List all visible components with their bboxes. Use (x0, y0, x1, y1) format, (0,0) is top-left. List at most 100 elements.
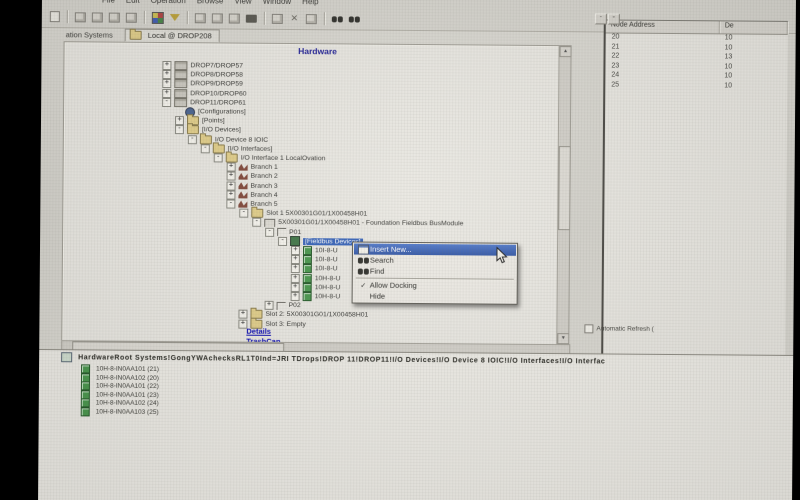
restore-button[interactable]: ▫ (608, 13, 620, 24)
vertical-scrollbar[interactable]: ▲ ▼ (556, 46, 570, 344)
menu-view[interactable]: View (234, 0, 251, 6)
tree-row[interactable]: +[Points] (175, 116, 225, 125)
tree-row[interactable]: +10H-8-U (291, 292, 341, 301)
tree-row[interactable]: +Branch 1 (227, 163, 278, 172)
collapse-icon[interactable]: - (252, 218, 261, 227)
menu-item-hide[interactable]: Hide (354, 291, 516, 303)
search-toolbar-button[interactable] (329, 11, 346, 26)
collapse-icon[interactable]: - (226, 200, 235, 209)
tree-row[interactable]: -[Fieldbus Devices] (278, 237, 363, 247)
delete-button[interactable]: ✕ (286, 11, 303, 26)
filter-button[interactable] (166, 10, 183, 25)
tree-row[interactable]: +Branch 4 (226, 190, 277, 199)
tree-row[interactable]: + P02 (265, 301, 301, 310)
tree-label[interactable]: P01 (289, 229, 301, 236)
tree-label[interactable]: Slot 3: Empty (265, 320, 305, 327)
tree-row[interactable]: - DROP11/DROP61 (162, 98, 246, 108)
undo-button[interactable] (72, 9, 89, 24)
find-toolbar-button[interactable] (346, 11, 363, 26)
camera-button[interactable] (243, 11, 260, 26)
tree-label[interactable]: Branch 4 (250, 191, 277, 198)
open-button[interactable] (192, 10, 209, 25)
tree-label[interactable]: I/O Interface 1 LocalOvation (241, 155, 326, 163)
tree-label[interactable]: 10I-8-U (315, 266, 338, 273)
tree-row[interactable]: +DROP8/DROP58 (162, 70, 243, 80)
scrollbar-thumb[interactable] (558, 146, 571, 230)
tree-row[interactable]: + Slot 3: Empty (238, 319, 305, 329)
tree-row[interactable]: +DROP7/DROP57 (162, 61, 243, 71)
column-node-address[interactable]: Node Address (606, 20, 720, 33)
tree-label[interactable]: 10H-8-U (315, 293, 341, 300)
tree-label[interactable]: [Configurations] (198, 108, 246, 115)
menu-help[interactable]: Help (302, 0, 319, 6)
expand-icon[interactable]: + (238, 319, 247, 328)
copy-button[interactable] (106, 10, 123, 25)
tree-label[interactable]: Slot 1 5X00301G01/1X00458H01 (266, 210, 367, 218)
collapse-icon[interactable]: - (201, 144, 210, 153)
tree-row[interactable]: - [I/O Interfaces] (201, 144, 273, 154)
minimize-button[interactable]: - (595, 13, 607, 24)
refresh-button[interactable] (303, 11, 320, 26)
menu-window[interactable]: Window (263, 0, 292, 6)
table-row[interactable]: 2510 (605, 81, 787, 92)
tree-label[interactable]: 10H-8-U (315, 284, 341, 291)
column-device[interactable]: De (720, 21, 788, 34)
menu-file[interactable]: File (102, 0, 115, 5)
tree-label[interactable]: DROP11/DROP61 (190, 99, 246, 106)
tree-label[interactable]: DROP7/DROP57 (190, 62, 243, 69)
tree-label[interactable]: [Points] (202, 117, 225, 124)
tree-label[interactable]: Branch 3 (250, 182, 277, 189)
collapse-icon[interactable]: - (214, 153, 223, 162)
tree-label[interactable]: [I/O Devices] (202, 127, 241, 134)
tree-label[interactable]: 10H-8-U (315, 275, 341, 282)
tree-row[interactable]: - I/O Device 8 IOIC (188, 135, 268, 145)
paste-button[interactable] (123, 10, 140, 25)
expand-icon[interactable]: + (265, 301, 274, 310)
tree-label[interactable]: Branch 2 (251, 173, 278, 180)
studio-button[interactable] (149, 10, 166, 25)
tree-label[interactable]: 10I-8-U (315, 247, 338, 254)
results-item[interactable]: 10H-8-IN0AA103 (25) (81, 407, 159, 417)
scroll-up-arrow[interactable]: ▲ (560, 46, 572, 57)
collapse-icon[interactable]: - (265, 227, 274, 236)
tree-label[interactable]: I/O Device 8 IOIC (215, 136, 268, 143)
tree-row[interactable]: +10I-8-U (291, 264, 338, 273)
tree-row[interactable]: +10H-8-U (291, 283, 341, 292)
import-button[interactable] (209, 10, 226, 25)
cut-button[interactable] (89, 9, 106, 24)
tab-local-drop[interactable]: Local @ DROP208 (125, 29, 220, 43)
tree-row[interactable]: +10H-8-U (291, 274, 341, 283)
tree-label[interactable]: 5X00301G01/1X00458H01 - Foundation Field… (278, 219, 463, 227)
expand-icon[interactable]: + (291, 292, 300, 301)
tree-row[interactable]: +Branch 3 (226, 181, 277, 190)
tree-label[interactable]: [I/O Interfaces] (228, 145, 273, 152)
scroll-down-arrow[interactable]: ▼ (557, 333, 569, 344)
tree-label[interactable]: DROP10/DROP60 (190, 90, 246, 97)
tree-label[interactable]: Branch 1 (251, 164, 278, 171)
tree-label[interactable]: 10I-8-U (315, 256, 338, 263)
tree-row[interactable]: [Configurations] (175, 107, 246, 117)
menu-operation[interactable]: Operation (151, 0, 186, 5)
auto-refresh-checkbox[interactable] (584, 324, 593, 333)
tree-label[interactable]: DROP8/DROP58 (190, 71, 243, 78)
tree-label[interactable]: Slot 2: 5X00301G01/1X00458H01 (265, 311, 368, 319)
tree-row[interactable]: - [I/O Devices] (175, 125, 241, 135)
collapse-icon[interactable]: - (162, 98, 171, 107)
clipboard-button[interactable] (226, 10, 243, 25)
tree-row[interactable]: +10I-8-U (291, 246, 338, 255)
collapse-icon[interactable]: - (239, 209, 248, 218)
tree-label[interactable]: P02 (289, 302, 301, 309)
print-button[interactable] (46, 9, 63, 24)
tree-row[interactable]: +10I-8-U (291, 255, 338, 264)
tree-row[interactable]: +DROP9/DROP59 (162, 79, 243, 89)
tree-label[interactable]: DROP9/DROP59 (190, 81, 243, 88)
collapse-icon[interactable]: - (278, 237, 287, 246)
menu-item-find[interactable]: Find (354, 266, 516, 278)
tree-row[interactable]: +Branch 2 (227, 172, 278, 181)
tree-row[interactable]: +DROP10/DROP60 (162, 89, 246, 99)
menu-edit[interactable]: Edit (126, 0, 140, 5)
collapse-icon[interactable]: - (175, 125, 184, 134)
collapse-icon[interactable]: - (188, 135, 197, 144)
window-button[interactable] (269, 11, 286, 26)
menu-browse[interactable]: Browse (197, 0, 224, 5)
